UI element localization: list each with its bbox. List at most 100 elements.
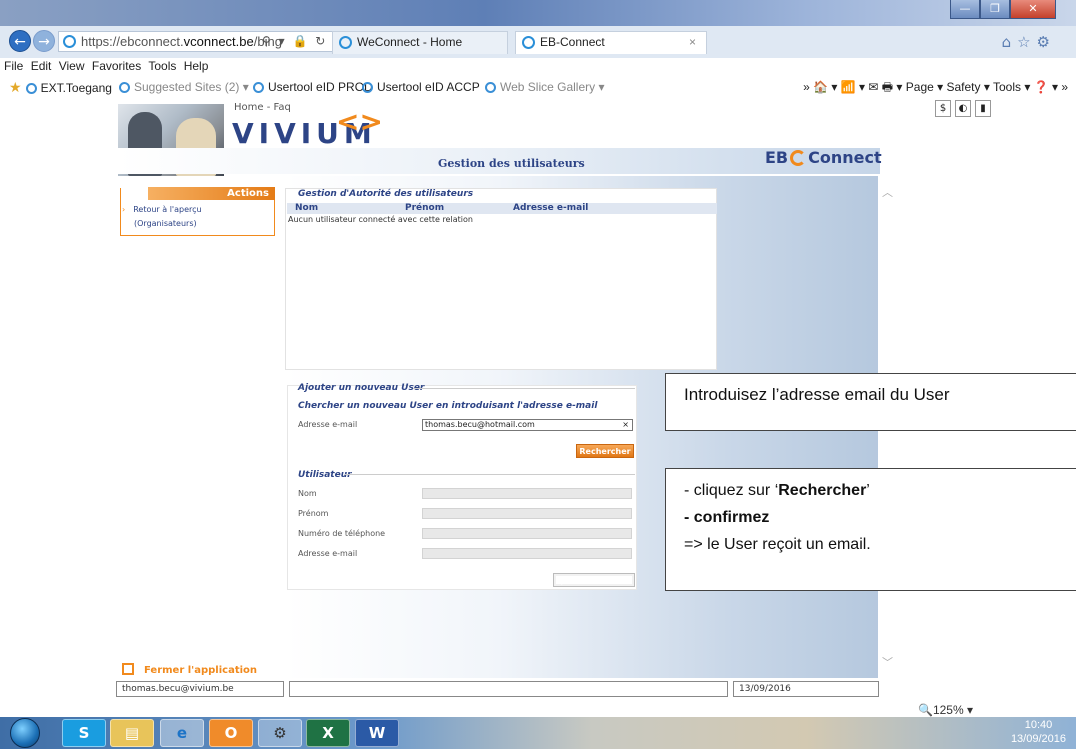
empty-users-message: Aucun utilisateur connecté avec cette re…	[288, 215, 473, 224]
favorites-star-icon[interactable]: ☆	[1017, 33, 1036, 51]
ie-icon	[119, 82, 130, 93]
field-label-telephone: Numéro de téléphone	[298, 529, 386, 538]
instruction-callout-email: Introduisez l’adresse email du User	[665, 373, 1076, 431]
email-label: Adresse e-mail	[298, 420, 358, 429]
tab-eb-connect[interactable]: EB-Connect ×	[515, 31, 707, 54]
search-icon[interactable]: ⚲	[262, 34, 273, 48]
explorer-taskbar-button[interactable]: ▤	[110, 719, 154, 747]
instruction-callout-steps: - cliquez sur ‘Rechercher’ - confirmez =…	[665, 468, 1076, 591]
exit-door-icon	[122, 663, 134, 675]
prenom-field[interactable]	[422, 508, 632, 519]
ie-icon	[25, 83, 37, 94]
rechercher-button[interactable]: Rechercher	[576, 444, 634, 458]
nom-field[interactable]	[422, 488, 632, 499]
ie-icon	[63, 35, 76, 48]
url-domain: vconnect.be	[183, 34, 254, 49]
col-email[interactable]: Adresse e-mail	[513, 203, 588, 214]
clear-input-icon[interactable]: ×	[622, 420, 629, 430]
search-subtitle: Chercher un nouveau User en introduisant…	[298, 401, 598, 411]
refresh-icon[interactable]: ↻	[315, 34, 327, 48]
gear-icon[interactable]: ⚙	[1037, 33, 1056, 51]
minimize-button[interactable]: —	[950, 0, 980, 19]
home-icon[interactable]: ⌂	[1002, 33, 1018, 51]
callout-text: - cliquez sur ‘	[684, 482, 779, 499]
chevron-right-icon: ›	[122, 205, 126, 214]
excel-taskbar-button[interactable]: X	[306, 719, 350, 747]
close-window-button[interactable]: ✕	[1010, 0, 1056, 19]
col-prenom[interactable]: Prénom	[405, 203, 444, 214]
divider	[345, 474, 635, 475]
action-label: Retour à l'aperçu	[133, 205, 202, 214]
ring-icon	[790, 150, 807, 166]
col-nom[interactable]: Nom	[295, 203, 318, 214]
back-arrow-icon: ←	[14, 34, 26, 50]
breadcrumb[interactable]: Home - Faq	[234, 102, 291, 113]
add-user-title: Ajouter un nouveau User	[298, 383, 425, 393]
windows-taskbar: S ▤ e O ⚙ X W 10:40 13/09/2016	[0, 717, 1076, 749]
zoom-level[interactable]: 🔍125% ▾	[918, 703, 973, 717]
fermer-application-link[interactable]: Fermer l'application	[122, 663, 257, 676]
fav-usertool-accp[interactable]: Usertool eID ACCP	[362, 76, 480, 98]
ie-icon	[339, 36, 352, 49]
word-taskbar-button[interactable]: W	[355, 719, 399, 747]
fermer-label: Fermer l'application	[144, 665, 258, 676]
menu-favorites[interactable]: Favorites	[92, 59, 141, 73]
ajouter-utilisateur-button[interactable]: Ajouter l'utilisateur	[553, 573, 635, 587]
fav-usertool-prod[interactable]: Usertool eID PROD	[253, 76, 373, 98]
menu-file[interactable]: File	[4, 59, 23, 73]
start-button[interactable]	[10, 718, 40, 748]
close-tab-icon[interactable]: ×	[689, 32, 696, 53]
address-tools[interactable]: ⚲ ▾ 🔒 ↻	[262, 34, 327, 48]
field-label-email: Adresse e-mail	[298, 549, 358, 558]
outlook-taskbar-button[interactable]: O	[209, 719, 253, 747]
page-title: Gestion des utilisateurs	[438, 157, 585, 170]
clock-date[interactable]: 13/09/2016	[1011, 732, 1066, 746]
browser-toolbar-right: ⌂☆⚙	[1002, 33, 1056, 51]
action-organisateurs[interactable]: (Organisateurs)	[134, 219, 197, 228]
maximize-button[interactable]: ❐	[980, 0, 1010, 19]
ie-icon	[522, 36, 535, 49]
field-label-nom: Nom	[298, 489, 317, 498]
app-taskbar-button[interactable]: ⚙	[258, 719, 302, 747]
menu-edit[interactable]: Edit	[31, 59, 52, 73]
utilisateur-section-title: Utilisateur	[298, 470, 352, 480]
logo-suffix: Connect	[808, 148, 882, 167]
menu-view[interactable]: View	[59, 59, 85, 73]
user-email-field[interactable]	[422, 548, 632, 559]
back-button[interactable]: ←	[9, 30, 31, 52]
help-icon[interactable]: ◐	[955, 100, 971, 117]
tab-weconnect-home[interactable]: WeConnect - Home	[332, 31, 508, 54]
action-retour-apercu[interactable]: › Retour à l'aperçu	[122, 205, 202, 214]
menu-help[interactable]: Help	[184, 59, 209, 73]
tab-label: WeConnect - Home	[357, 35, 463, 49]
zoom-icon: 🔍	[918, 703, 933, 717]
ie-icon	[253, 82, 264, 93]
status-user-email: thomas.becu@vivium.be	[116, 681, 284, 697]
clock-time[interactable]: 10:40	[1011, 718, 1066, 732]
exit-icon[interactable]: ▮	[975, 100, 991, 117]
fav-label: Suggested Sites (2) ▾	[134, 80, 249, 94]
scroll-down-icon[interactable]: ﹀	[882, 654, 893, 670]
screen: — ❐ ✕ ← → https://ebconnect.vconnect.be/…	[0, 0, 1076, 749]
telephone-field[interactable]	[422, 528, 632, 539]
window-titlebar: — ❐ ✕	[0, 0, 1076, 26]
fav-label: Usertool eID PROD	[268, 80, 373, 94]
ie-icon	[485, 82, 496, 93]
menu-tools[interactable]: Tools	[148, 59, 176, 73]
fav-ext-toegang[interactable]: ★ EXT.Toegang	[9, 76, 112, 99]
fav-web-slice-gallery[interactable]: Web Slice Gallery ▾	[485, 76, 605, 98]
lock-icon: 🔒	[292, 34, 310, 48]
system-tray: 10:40 13/09/2016	[1011, 718, 1066, 746]
callout-step-result: => le User reçoit un email.	[684, 536, 871, 553]
callout-bold: Rechercher	[778, 482, 867, 499]
skype-taskbar-button[interactable]: S	[62, 719, 106, 747]
forward-button[interactable]: →	[33, 30, 55, 52]
language-icon[interactable]: $	[935, 100, 951, 117]
fav-suggested-sites[interactable]: Suggested Sites (2) ▾	[119, 76, 249, 98]
email-search-input[interactable]: thomas.becu@hotmail.com ×	[422, 419, 633, 431]
command-bar[interactable]: » 🏠 ▾ 📶 ▾ ✉ 🖶 ▾ Page ▾ Safety ▾ Tools ▾ …	[803, 76, 1068, 98]
gestion-title: Gestion d'Autorité des utilisateurs	[296, 189, 476, 199]
scroll-up-icon[interactable]: ︿	[882, 184, 893, 200]
internet-explorer-taskbar-button[interactable]: e	[160, 719, 204, 747]
divider	[413, 388, 635, 389]
